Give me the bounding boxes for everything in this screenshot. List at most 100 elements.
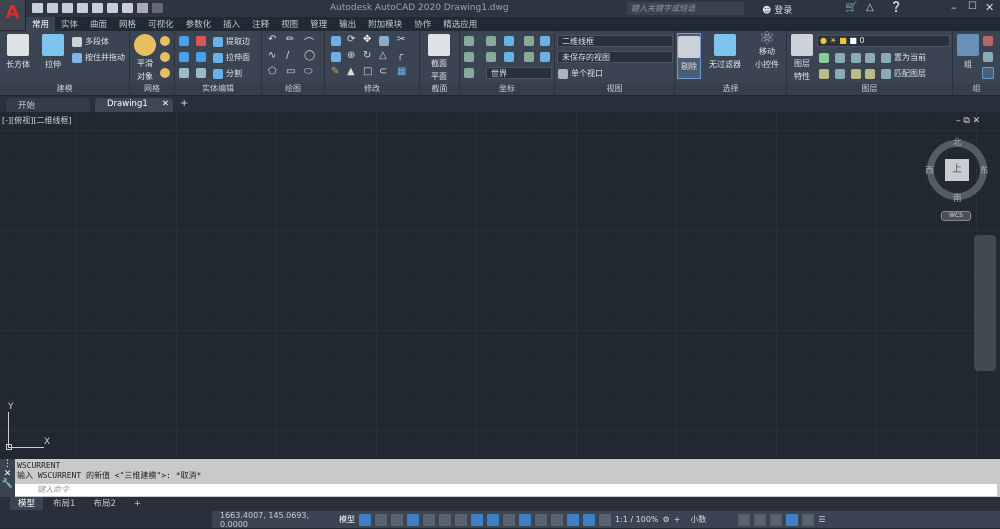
panel-label-groups[interactable]: 组 [953, 83, 1000, 95]
polygon-icon[interactable]: ⬠ [268, 66, 277, 77]
annotation-scale[interactable]: 1:1 / 100% [615, 515, 659, 524]
move-icon[interactable]: ✥ [363, 34, 371, 45]
rectangle-icon[interactable]: ▭ [286, 66, 295, 77]
array-icon[interactable] [379, 36, 389, 46]
culling-button[interactable]: 剔除 [677, 33, 701, 79]
tab-surface[interactable]: 曲面 [84, 17, 113, 31]
selection-cycling-toggle[interactable] [535, 513, 547, 526]
circle-icon[interactable]: ◯ [304, 50, 315, 61]
no-filter-button[interactable]: 无过滤器 [709, 34, 741, 70]
layer-isolate-icon[interactable] [835, 53, 845, 63]
tab-annotate[interactable]: 注释 [246, 17, 275, 31]
extract-edges-button[interactable]: 提取边 [213, 36, 250, 47]
maximize-button[interactable]: ☐ [968, 1, 977, 12]
smooth-object-button[interactable]: 平滑 对象 [134, 34, 156, 82]
ortho-toggle[interactable] [407, 513, 419, 526]
tab-visualize[interactable]: 可视化 [142, 17, 180, 31]
minimize-button[interactable]: – [951, 1, 957, 14]
ucs-origin-icon[interactable] [464, 52, 474, 62]
plot-preview-icon[interactable] [92, 3, 103, 13]
object-snap-toggle[interactable] [471, 513, 483, 526]
customize-icon[interactable]: 🔧 [0, 479, 15, 489]
slice-icon[interactable] [196, 52, 206, 62]
mesh-smooth-less-icon[interactable] [160, 68, 170, 78]
3d-rotate-icon[interactable]: ⟳ [347, 34, 355, 45]
mirror-icon[interactable] [331, 36, 341, 46]
tab-addins[interactable]: 附加模块 [362, 17, 408, 31]
arc-icon[interactable]: ⌒ [304, 34, 314, 49]
ucs-object-icon[interactable] [504, 36, 514, 46]
union-icon[interactable] [179, 36, 189, 46]
object-snap-tracking-toggle[interactable] [455, 513, 467, 526]
command-input[interactable]: 键入命令 [15, 484, 997, 496]
viewport-window-controls[interactable]: – ⧉ ✕ [956, 116, 980, 126]
layout-tab-model[interactable]: 模型 [10, 497, 44, 510]
drawing-canvas[interactable]: [-][俯视][二维线框] – ⧉ ✕ 上 北 南 东 西 WCS Y X [0, 112, 1000, 458]
panel-label-modify[interactable]: 修改 [325, 83, 419, 95]
layer-thaw-icon[interactable] [851, 69, 861, 79]
tab-home[interactable]: 常用 [26, 17, 56, 31]
login-button[interactable]: ☻ 登录 [762, 3, 792, 16]
coordinates-readout[interactable]: 1663.4007, 145.0693, 0.0000 [220, 511, 335, 529]
polysolid-button[interactable]: 多段体 [72, 36, 109, 47]
3d-scale-icon[interactable]: ▲ [347, 66, 355, 77]
lineweight-toggle[interactable] [503, 513, 515, 526]
save-icon[interactable] [62, 3, 73, 13]
new-tab-button[interactable]: + [180, 98, 188, 109]
3d-object-snap-toggle[interactable] [487, 513, 499, 526]
ucs-icon[interactable] [464, 36, 474, 46]
auto-scale-toggle[interactable] [599, 513, 611, 526]
presspull-button[interactable]: 按住并拖动 [72, 52, 125, 63]
layout-tab-layout2[interactable]: 布局2 [85, 497, 123, 510]
search-input[interactable]: 键入关键字或短语 [627, 2, 744, 15]
ucs-x-icon[interactable] [486, 52, 496, 62]
layer-off-icon[interactable] [819, 53, 829, 63]
clean-screen-toggle[interactable] [802, 513, 815, 526]
panel-label-solid-editing[interactable]: 实体编辑 [175, 83, 261, 95]
layer-unisolate-icon[interactable] [835, 69, 845, 79]
open-icon[interactable] [47, 3, 58, 13]
undo-icon[interactable] [137, 3, 148, 13]
ucs-dropdown[interactable]: 世界 [486, 67, 552, 79]
rotate-icon[interactable]: ↻ [363, 50, 371, 61]
navigation-bar[interactable] [974, 235, 996, 371]
line-icon[interactable]: ∕ [286, 50, 289, 61]
viewport-controls-label[interactable]: [-][俯视][二维线框] [2, 115, 72, 126]
customization-menu-icon[interactable]: ☰ [818, 515, 825, 524]
network-icon[interactable]: △ [866, 2, 874, 13]
tab-insert[interactable]: 插入 [217, 17, 246, 31]
quick-properties-toggle[interactable] [738, 513, 751, 526]
intersect-icon[interactable] [179, 52, 189, 62]
offset-icon[interactable]: ⊂ [379, 66, 387, 77]
panel-label-selection[interactable]: 选择 [675, 83, 786, 95]
separate-button[interactable]: 分割 [213, 68, 242, 79]
wcs-menu[interactable]: WCS [941, 211, 971, 221]
panel-label-modeling[interactable]: 建模 [0, 83, 129, 95]
hardware-acceleration-toggle[interactable] [786, 513, 799, 526]
spline-icon[interactable]: ∿ [268, 50, 276, 61]
erase-icon[interactable]: ✎ [331, 66, 339, 77]
panel-label-layers[interactable]: 图层 [787, 83, 952, 95]
gizmo-toggle[interactable] [567, 513, 579, 526]
units-dropdown[interactable]: 小数 [684, 514, 734, 525]
grip-icon[interactable]: ⋮ [0, 459, 15, 469]
ucs-face-icon[interactable] [524, 36, 534, 46]
mesh-smooth-more-icon[interactable] [160, 52, 170, 62]
application-menu-button[interactable]: A [0, 0, 26, 30]
cart-icon[interactable]: 🛒 [845, 2, 857, 13]
match-layer-button[interactable]: 匹配图层 [881, 68, 926, 79]
group-selection-icon[interactable] [982, 67, 994, 79]
move-gizmo-button[interactable]: ⚛ 移动 小控件 [755, 30, 779, 70]
new-icon[interactable] [32, 3, 43, 13]
close-button[interactable]: ✕ [985, 1, 994, 14]
set-current-button[interactable]: 置为当前 [881, 52, 926, 63]
isometric-toggle[interactable] [439, 513, 451, 526]
extrude-faces-button[interactable]: 拉伸面 [213, 52, 250, 63]
section-plane-button[interactable]: 截面 平面 [428, 34, 450, 82]
subtract-icon[interactable] [196, 36, 206, 46]
dynamic-input-toggle[interactable] [391, 513, 403, 526]
doc-tab-drawing1[interactable]: Drawing1 ✕ [95, 98, 173, 112]
fillet-edge-icon[interactable] [196, 68, 206, 78]
ucs-y-icon[interactable] [524, 52, 534, 62]
saved-view-dropdown[interactable]: 未保存的视图 [557, 51, 673, 63]
